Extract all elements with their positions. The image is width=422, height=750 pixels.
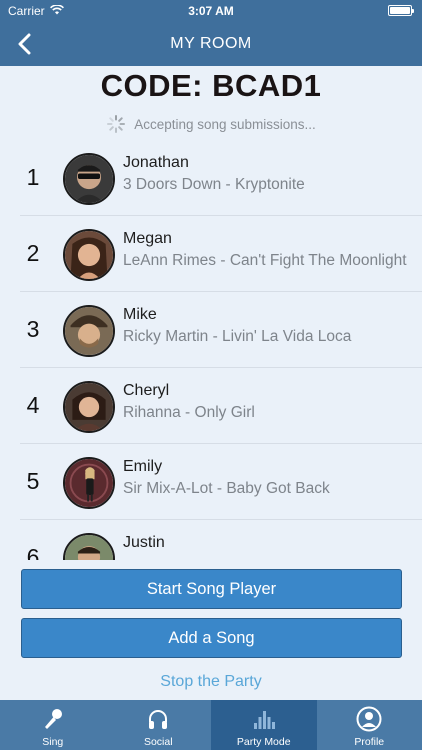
microphone-icon [41,704,65,734]
tab-profile[interactable]: Profile [317,700,422,750]
tab-label: Social [143,736,173,748]
queue-row[interactable]: 5 Emily Sir Mix-A-Lot - Baby Got Back [20,444,422,520]
status-right [388,5,414,16]
nav-bar: MY ROOM [0,22,422,66]
tab-party-mode[interactable]: Party Mode [211,700,317,750]
singer-name: Justin [123,534,165,551]
tab-label: Profile [354,736,385,748]
start-song-player-button[interactable]: Start Song Player [21,569,402,609]
queue-rank: 5 [26,468,40,494]
tab-label: Sing [42,736,64,748]
song-queue-list[interactable]: 1 Jonathan 3 Doors Down - Kryptonite 2 M… [0,140,422,560]
singer-name: Megan [123,230,172,247]
room-code: CODE: BCAD1 [100,68,322,103]
battery-icon [388,5,414,16]
queue-rank: 4 [26,392,40,418]
tab-social[interactable]: Social [106,700,212,750]
song-title: 3 Doors Down - Kryptonite [123,176,305,193]
singer-name: Mike [123,306,157,323]
headphones-icon [146,704,170,734]
queue-rank: 2 [26,240,40,266]
avatar [63,153,115,205]
avatar [63,381,115,433]
queue-row[interactable]: 2 Megan LeAnn Rimes - Can't Fight The Mo… [20,216,422,292]
song-title: LeAnn Rimes - Can't Fight The Moonlight [123,252,407,269]
stop-party-link[interactable]: Stop the Party [0,673,422,691]
add-song-button[interactable]: Add a Song [21,618,402,658]
accepting-status: Accepting song submissions... [0,114,422,134]
tab-bar: Sing Social Party Mode Profile [0,700,422,750]
equalizer-icon [252,704,276,734]
song-title: Ricky Martin - Livin' La Vida Loca [123,328,352,345]
accepting-status-text: Accepting song submissions... [134,116,316,132]
queue-row[interactable]: 6 Justin [20,520,422,560]
queue-row[interactable]: 4 Cheryl Rihanna - Only Girl [20,368,422,444]
tab-sing[interactable]: Sing [0,700,106,750]
avatar [63,457,115,509]
queue-row[interactable]: 3 Mike Ricky Martin - Livin' La Vida Loc… [20,292,422,368]
song-title: Rihanna - Only Girl [123,404,255,421]
status-bar: Carrier 3:07 AM [0,0,422,22]
spinner-icon [107,115,126,133]
tab-label: Party Mode [236,736,291,748]
avatar [63,229,115,281]
queue-rank: 1 [26,164,40,190]
singer-name: Jonathan [123,154,189,171]
avatar [63,533,115,560]
profile-icon [356,704,382,734]
song-title: Sir Mix-A-Lot - Baby Got Back [123,480,330,497]
queue-rank: 3 [26,316,40,342]
avatar [63,305,115,357]
queue-rank: 6 [26,544,40,560]
status-time: 3:07 AM [188,4,234,18]
singer-name: Emily [123,458,163,475]
singer-name: Cheryl [123,382,170,399]
page-title: MY ROOM [170,35,252,52]
queue-row[interactable]: 1 Jonathan 3 Doors Down - Kryptonite [20,140,422,216]
